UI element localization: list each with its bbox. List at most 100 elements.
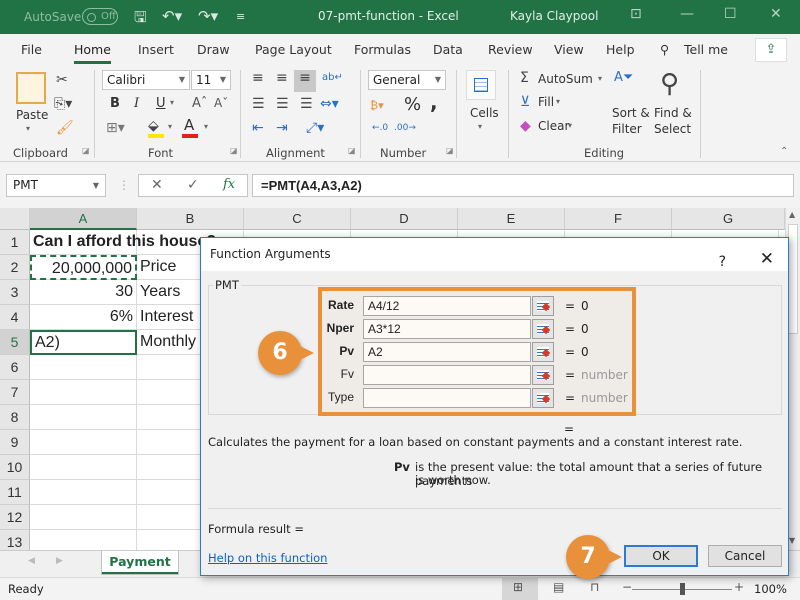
format-painter-icon[interactable]: 🖌	[56, 120, 74, 136]
column-header-e[interactable]: E	[458, 208, 565, 230]
clear-button[interactable]: Clear	[538, 119, 569, 133]
cell-a1[interactable]: Can I afford this house?	[30, 230, 216, 255]
wrap-text-icon[interactable]: ab↵	[322, 70, 343, 86]
underline-button[interactable]: U	[156, 96, 166, 111]
collapse-dialog-icon[interactable]	[532, 296, 554, 316]
prev-sheet-icon[interactable]: ◀	[28, 556, 35, 566]
orientation-icon[interactable]: ⤢▾	[306, 120, 324, 136]
cells-button[interactable]: Cells	[470, 106, 499, 120]
tab-home[interactable]: Home	[74, 42, 111, 64]
arg-input-pv[interactable]: A2	[363, 342, 531, 362]
autosave-toggle[interactable]: Off	[82, 8, 118, 25]
cancel-formula-icon[interactable]: ✕	[151, 177, 163, 193]
name-box[interactable]: PMT ▼	[6, 174, 106, 197]
cells-icon[interactable]	[466, 70, 496, 100]
user-name[interactable]: Kayla Claypool	[510, 9, 598, 23]
search-icon[interactable]: ⚲	[660, 42, 669, 57]
row-header-6[interactable]: 6	[0, 355, 30, 380]
paste-button[interactable]: Paste	[16, 108, 48, 122]
find-icon[interactable]: ⚲	[660, 70, 679, 98]
sort-filter-icon[interactable]: A⏷	[614, 70, 633, 86]
sort-filter-button-line2[interactable]: Filter	[612, 122, 642, 136]
ribbon-display-icon[interactable]: ⊡	[630, 6, 642, 22]
tab-data[interactable]: Data	[433, 42, 463, 57]
row-header-3[interactable]: 3	[0, 280, 30, 305]
fill-dropdown-icon[interactable]: ▾	[556, 97, 560, 106]
decrease-decimal-icon[interactable]: .00→	[394, 120, 416, 136]
alignment-launcher-icon[interactable]: ◪	[348, 146, 356, 155]
align-top-icon[interactable]: ≡	[252, 70, 264, 86]
underline-dropdown-icon[interactable]: ▾	[170, 98, 174, 107]
tell-me[interactable]: Tell me	[684, 42, 728, 57]
fill-dropdown-icon[interactable]: ▾	[168, 122, 172, 131]
row-header-12[interactable]: 12	[0, 505, 30, 530]
close-window-icon[interactable]: ✕	[770, 6, 782, 22]
enter-formula-icon[interactable]: ✓	[187, 177, 199, 193]
redo-icon[interactable]: ↷▾	[198, 7, 218, 25]
align-center-icon[interactable]: ☰	[276, 96, 289, 112]
zoom-out-icon[interactable]: −	[622, 580, 632, 594]
column-header-c[interactable]: C	[244, 208, 351, 230]
align-right-icon[interactable]: ☰	[300, 96, 313, 112]
next-sheet-icon[interactable]: ▶	[56, 556, 63, 566]
help-on-function-link[interactable]: Help on this function	[208, 551, 327, 565]
increase-indent-icon[interactable]: ⇥	[276, 120, 288, 136]
arg-input-nper[interactable]: A3*12	[363, 319, 531, 339]
fill-icon[interactable]: ⊻	[520, 94, 530, 110]
customize-qat-icon[interactable]: ≡	[236, 10, 245, 23]
cells-dropdown-icon[interactable]: ▾	[478, 122, 482, 131]
sheet-tab-payment[interactable]: Payment	[101, 551, 179, 575]
collapse-dialog-icon[interactable]	[532, 319, 554, 339]
cell-a2[interactable]: 20,000,000	[30, 255, 137, 280]
insert-function-icon[interactable]: fx	[223, 177, 235, 192]
decrease-indent-icon[interactable]: ⇤	[252, 120, 264, 136]
autosum-icon[interactable]: Σ	[520, 70, 529, 86]
column-header-d[interactable]: D	[351, 208, 458, 230]
arg-input-type[interactable]	[363, 388, 531, 408]
tab-draw[interactable]: Draw	[197, 42, 230, 57]
collapse-dialog-icon[interactable]	[532, 342, 554, 362]
tab-file[interactable]: File	[21, 42, 42, 57]
accounting-format-icon[interactable]: ₿▾	[370, 98, 384, 114]
increase-font-icon[interactable]: Aˆ	[192, 96, 207, 111]
decrease-font-icon[interactable]: Aˇ	[214, 96, 228, 110]
arg-input-rate[interactable]: A4/12	[363, 296, 531, 316]
collapse-dialog-icon[interactable]	[532, 365, 554, 385]
clear-dropdown-icon[interactable]: ▾	[568, 121, 572, 130]
cancel-button[interactable]: Cancel	[708, 545, 782, 567]
undo-icon[interactable]: ↶▾	[162, 7, 182, 25]
fill-button[interactable]: Fill	[538, 95, 554, 109]
row-header-13[interactable]: 13	[0, 530, 30, 550]
increase-decimal-icon[interactable]: ←.0	[372, 120, 388, 136]
cell-a5-active[interactable]: A2)	[30, 330, 137, 355]
autosum-button[interactable]: AutoSum	[538, 72, 593, 86]
merge-center-icon[interactable]: ⇔▾	[320, 96, 339, 112]
chevron-down-icon[interactable]: ▼	[93, 175, 99, 196]
row-header-5[interactable]: 5	[0, 330, 30, 355]
tab-formulas[interactable]: Formulas	[354, 42, 411, 57]
font-size-dropdown[interactable]: 11 ▼	[191, 70, 231, 90]
formula-bar-splitter[interactable]: ⋮	[118, 178, 130, 192]
row-header-11[interactable]: 11	[0, 480, 30, 505]
normal-view-button[interactable]: ⊞	[502, 578, 538, 600]
bold-button[interactable]: B	[110, 96, 120, 111]
find-select-button[interactable]: Find &	[654, 106, 692, 120]
cell-a4[interactable]: 6%	[30, 305, 137, 330]
paste-dropdown-icon[interactable]: ▾	[26, 124, 30, 133]
row-header-4[interactable]: 4	[0, 305, 30, 330]
align-middle-icon[interactable]: ≡	[276, 70, 288, 86]
fill-color-icon[interactable]: ⬙	[148, 118, 159, 134]
sort-filter-button[interactable]: Sort &	[612, 106, 650, 120]
save-icon[interactable]: 🖫	[134, 7, 147, 32]
column-header-b[interactable]: B	[137, 208, 244, 230]
tab-insert[interactable]: Insert	[138, 42, 174, 57]
paste-icon[interactable]	[16, 72, 46, 104]
collapse-dialog-icon[interactable]	[532, 388, 554, 408]
row-header-2[interactable]: 2	[0, 255, 30, 280]
scroll-down-icon[interactable]: ▼	[789, 536, 795, 545]
cell-a3[interactable]: 30	[30, 280, 137, 305]
ok-button[interactable]: OK	[624, 545, 698, 567]
borders-icon[interactable]: ⊞▾	[106, 120, 125, 136]
scroll-thumb[interactable]	[788, 224, 798, 334]
column-header-f[interactable]: F	[565, 208, 672, 230]
